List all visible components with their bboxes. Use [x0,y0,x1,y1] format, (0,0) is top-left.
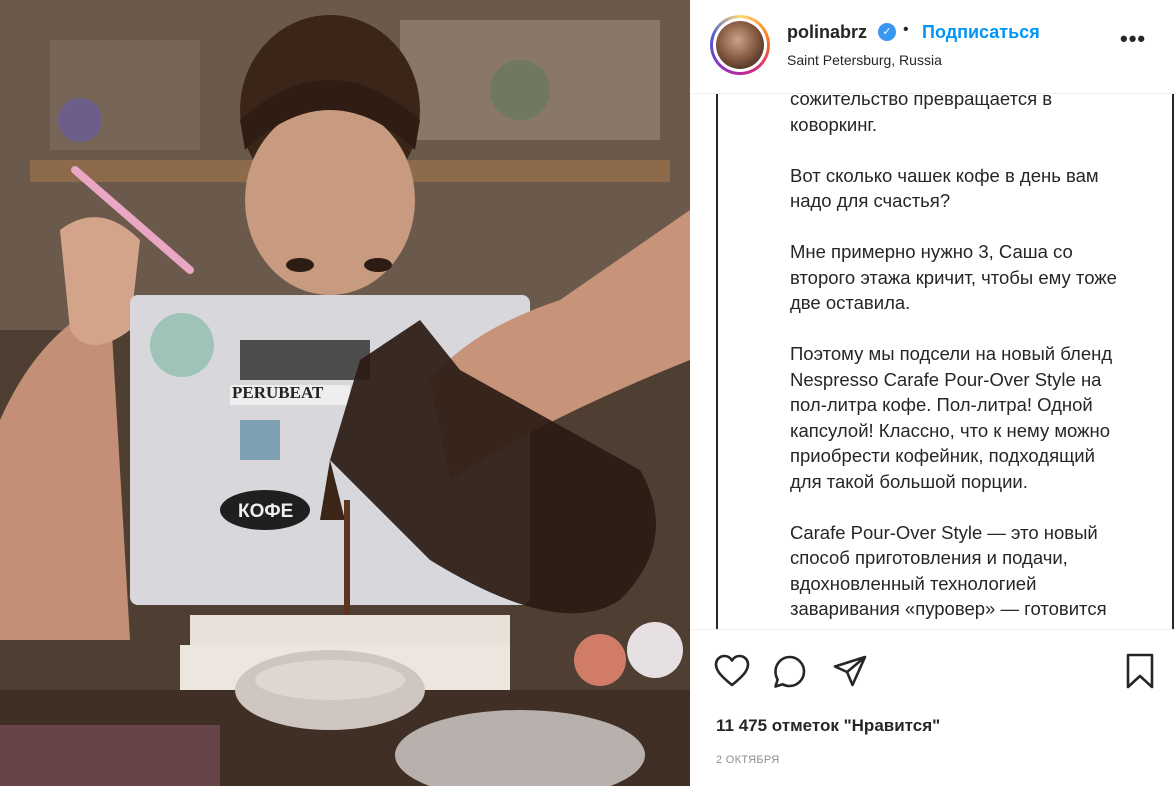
avatar-image [716,21,764,69]
location-link[interactable]: Saint Petersburg, Russia [787,52,942,68]
sticker-kofe: КОФЕ [238,501,293,522]
post-date: 2 ОКТЯБРЯ [716,754,780,766]
follow-button[interactable]: Подписаться [922,22,1040,43]
post-photo-illustration: PERUBEAT КОФЕ [0,0,690,786]
more-options-icon[interactable]: ••• [1120,26,1146,52]
verified-badge-icon: ✓ [878,23,896,41]
send-icon[interactable] [832,654,868,690]
caption-area[interactable]: сожительство превращается в коворкинг. В… [716,94,1166,629]
post-header: polinabrz ✓ • Подписаться Saint Petersbu… [690,0,1174,94]
caption-text: сожительство превращается в коворкинг. В… [790,94,1117,619]
header-separator: • [903,21,909,38]
likes-count[interactable]: 11 475 отметок "Нравится" [716,716,940,736]
post-actions: 11 475 отметок "Нравится" 2 ОКТЯБРЯ [690,629,1174,786]
avatar[interactable] [710,15,770,75]
username-link[interactable]: polinabrz [787,22,867,43]
heart-icon[interactable] [714,654,750,688]
avatar-border [713,18,767,72]
bookmark-icon[interactable] [1124,652,1156,690]
post-photo[interactable]: PERUBEAT КОФЕ [0,0,690,786]
sticker-perubeat: PERUBEAT [232,383,324,402]
comment-icon[interactable] [772,654,808,690]
post-side-panel: polinabrz ✓ • Подписаться Saint Petersbu… [690,0,1174,786]
